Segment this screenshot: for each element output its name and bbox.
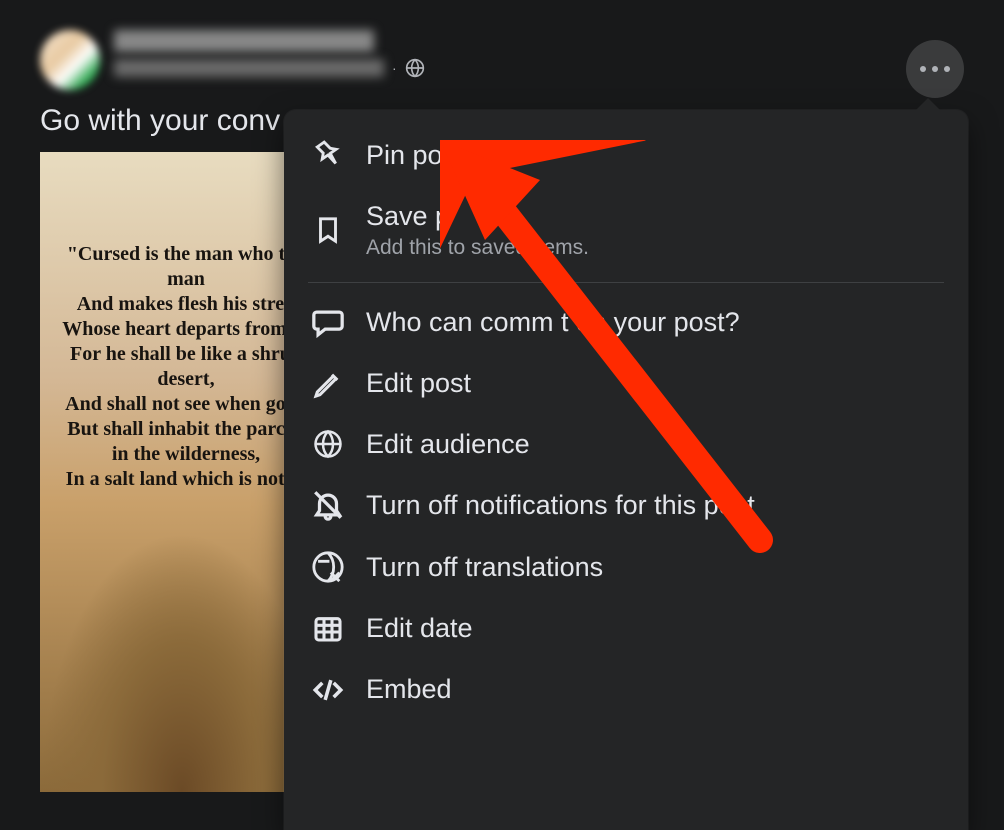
- menu-embed[interactable]: Embed: [298, 659, 954, 721]
- author-block: ·: [114, 30, 964, 78]
- menu-who-can-comment[interactable]: Who can comm t on your post?: [298, 291, 954, 353]
- bookmark-icon: [308, 213, 348, 247]
- meta-separator: ·: [392, 60, 397, 76]
- image-quote-text: "Cursed is the man who tru man And makes…: [48, 242, 324, 492]
- menu-turn-off-notifications[interactable]: Turn off notifications for this post: [298, 474, 954, 536]
- author-name-blurred[interactable]: [114, 30, 374, 52]
- globe-icon: [308, 429, 348, 459]
- menu-save-post[interactable]: Save p Add this to saved items.: [298, 186, 954, 274]
- post-time-blurred: [114, 59, 384, 77]
- menu-label: Save p: [366, 200, 589, 232]
- menu-label: Who can comm t on your post?: [366, 306, 740, 338]
- menu-edit-date[interactable]: Edit date: [298, 598, 954, 658]
- menu-pin-post[interactable]: Pin post: [298, 124, 954, 186]
- menu-label: Pin post: [366, 139, 464, 171]
- menu-divider: [308, 282, 944, 283]
- calendar-icon: [308, 612, 348, 644]
- menu-label: Turn off notifications for this post: [366, 489, 755, 521]
- more-options-button[interactable]: [906, 40, 964, 98]
- post-options-menu: Pin post Save p Add this to saved items.…: [284, 110, 968, 830]
- menu-sublabel: Add this to saved items.: [366, 236, 589, 260]
- embed-icon: [308, 673, 348, 707]
- menu-edit-audience[interactable]: Edit audience: [298, 414, 954, 474]
- globe-icon[interactable]: [405, 58, 425, 78]
- post-header: ·: [40, 30, 964, 90]
- post-image-left[interactable]: "Cursed is the man who tru man And makes…: [40, 152, 324, 792]
- comment-icon: [308, 305, 348, 339]
- pin-icon: [308, 138, 348, 172]
- menu-label: Turn off translations: [366, 551, 603, 583]
- menu-label: Edit date: [366, 612, 473, 644]
- menu-label: Embed: [366, 673, 452, 705]
- ellipsis-icon: [920, 66, 950, 72]
- post-meta: ·: [114, 58, 964, 78]
- menu-edit-post[interactable]: Edit post: [298, 353, 954, 413]
- pencil-icon: [308, 368, 348, 400]
- menu-label: Edit post: [366, 367, 471, 399]
- bell-off-icon: [308, 488, 348, 522]
- translation-icon: [308, 550, 348, 584]
- menu-label: Edit audience: [366, 428, 530, 460]
- menu-turn-off-translations[interactable]: Turn off translations: [298, 536, 954, 598]
- avatar[interactable]: [40, 30, 100, 90]
